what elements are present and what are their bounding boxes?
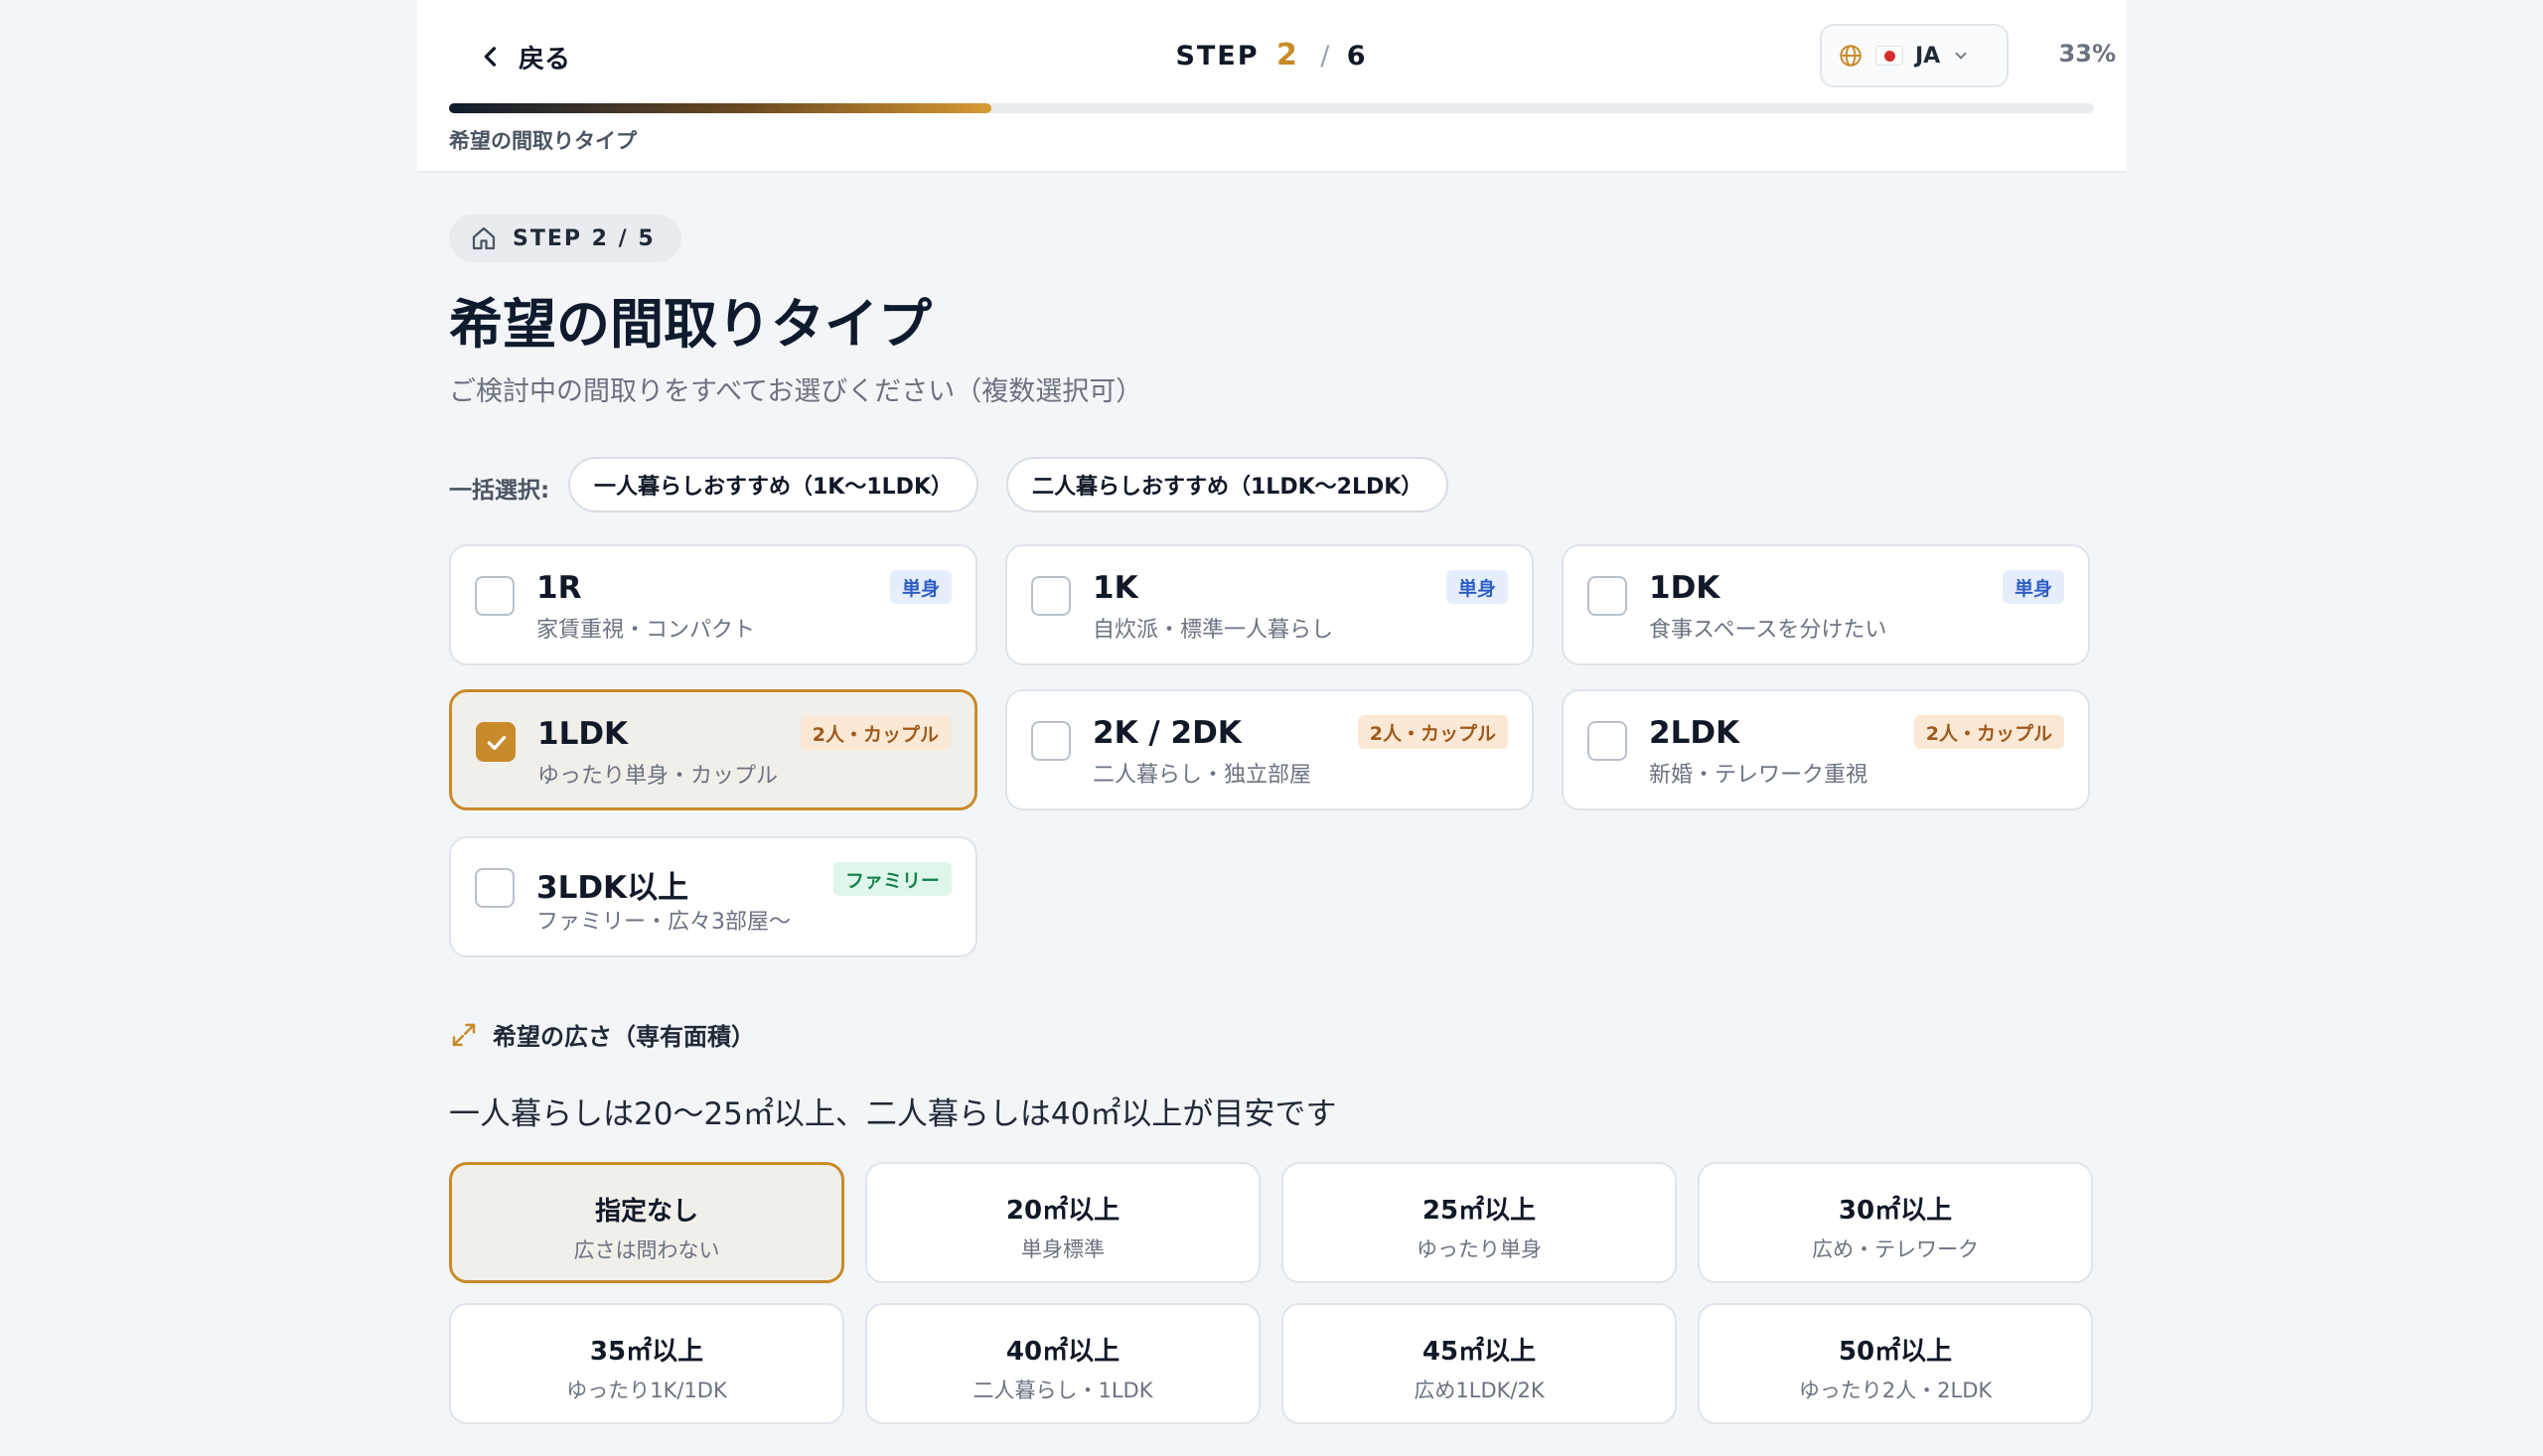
size-option-description: 単身標準 xyxy=(1021,1238,1105,1261)
layout-name: 2K / 2DK xyxy=(1093,715,1242,751)
step-chip: STEP 2 / 5 xyxy=(449,215,681,262)
layout-checkbox[interactable] xyxy=(1587,721,1627,761)
size-option-description: ゆったり単身 xyxy=(1417,1238,1542,1261)
layout-tag: 単身 xyxy=(889,570,952,604)
layout-checkbox[interactable] xyxy=(475,868,515,908)
layout-card[interactable]: 3LDK以上ファミリー・広々3部屋〜 ファミリー xyxy=(449,836,977,957)
size-option-card[interactable]: 指定なし広さは問わない xyxy=(449,1162,844,1283)
page-title: 希望の間取りタイプ xyxy=(449,293,932,356)
layout-name: 1DK xyxy=(1649,570,1720,606)
size-option-label: 指定なし xyxy=(594,1197,698,1227)
layout-checkbox[interactable] xyxy=(475,576,515,616)
layout-name: 3LDK以上 xyxy=(536,870,689,906)
progress-percent: 33% xyxy=(2058,40,2116,68)
size-option-card[interactable]: 50㎡以上ゆったり2人・2LDK xyxy=(1698,1303,2093,1424)
bulk-select-couple-button[interactable]: 二人暮らしおすすめ（1LDK〜2LDK） xyxy=(1006,457,1449,512)
chevron-down-icon xyxy=(1955,52,1967,60)
back-button[interactable]: 戻る xyxy=(477,34,570,79)
step-chip-label: STEP 2 / 5 xyxy=(513,225,656,251)
layout-name: 1LDK xyxy=(537,716,629,752)
layout-description: 新婚・テレワーク重視 xyxy=(1649,763,1869,788)
layout-description: ゆったり単身・カップル xyxy=(537,764,779,789)
step-indicator: STEP 2 / 6 xyxy=(1132,38,1411,73)
progress-bar xyxy=(449,103,2094,113)
japan-flag-icon xyxy=(1875,46,1903,66)
layout-tag: 単身 xyxy=(1445,570,1508,604)
layout-description: 二人暮らし・独立部屋 xyxy=(1093,763,1312,788)
expand-arrows-icon xyxy=(452,1023,476,1046)
check-icon xyxy=(487,735,507,751)
size-option-description: 広さは問わない xyxy=(573,1238,720,1262)
language-selector[interactable]: JA xyxy=(1820,24,2009,87)
layout-tag: 2人・カップル xyxy=(1913,715,2064,749)
layout-name: 2LDK xyxy=(1649,715,1740,751)
size-option-card[interactable]: 40㎡以上二人暮らし・1LDK xyxy=(865,1303,1261,1424)
layout-card[interactable]: 1DK 食事スペースを分けたい 単身 xyxy=(1562,544,2090,665)
size-option-description: ゆったり1K/1DK xyxy=(566,1379,727,1402)
globe-icon xyxy=(1840,45,1862,67)
layout-name: 1R xyxy=(536,570,582,606)
page-description: ご検討中の間取りをすべてお選びください（複数選択可） xyxy=(449,376,1143,407)
layout-description: 家賃重視・コンパクト xyxy=(536,618,756,643)
size-option-description: 広め・テレワーク xyxy=(1812,1238,1979,1261)
layout-checkbox[interactable] xyxy=(476,722,516,762)
layout-card[interactable]: 1R 家賃重視・コンパクト 単身 xyxy=(449,544,977,665)
layout-tag: ファミリー xyxy=(832,862,952,896)
size-option-description: 広め1LDK/2K xyxy=(1414,1379,1545,1402)
step-current: 2 xyxy=(1275,38,1299,73)
bulk-select-single-button[interactable]: 一人暮らしおすすめ（1K〜1LDK） xyxy=(568,457,978,512)
size-heading: 希望の広さ（専有面積） xyxy=(449,1017,755,1052)
bulk-select-label: 一括選択: xyxy=(449,478,550,504)
size-option-card[interactable]: 45㎡以上広め1LDK/2K xyxy=(1281,1303,1677,1424)
size-option-label: 20㎡以上 xyxy=(1005,1196,1121,1226)
layout-card[interactable]: 1LDK ゆったり単身・カップル 2人・カップル xyxy=(449,689,977,810)
size-option-card[interactable]: 25㎡以上ゆったり単身 xyxy=(1281,1162,1677,1283)
step-prefix: STEP xyxy=(1175,41,1260,72)
size-option-label: 45㎡以上 xyxy=(1421,1337,1537,1367)
size-heading-label: 希望の広さ（専有面積） xyxy=(493,1023,755,1051)
layout-tag: 2人・カップル xyxy=(1357,715,1508,749)
size-option-label: 30㎡以上 xyxy=(1838,1196,1953,1226)
language-code: JA xyxy=(1915,43,1941,69)
size-option-label: 40㎡以上 xyxy=(1005,1337,1121,1367)
progress-fill xyxy=(449,103,992,113)
layout-tag: 2人・カップル xyxy=(800,716,951,750)
step-separator: / xyxy=(1320,41,1332,72)
layout-checkbox[interactable] xyxy=(1031,576,1071,616)
size-option-description: 二人暮らし・1LDK xyxy=(972,1379,1153,1402)
layout-card[interactable]: 2LDK 新婚・テレワーク重視 2人・カップル xyxy=(1562,689,2090,810)
layout-description: ファミリー・広々3部屋〜 xyxy=(536,910,791,935)
layout-checkbox[interactable] xyxy=(1031,721,1071,761)
section-label: 希望の間取りタイプ xyxy=(449,129,637,153)
size-option-card[interactable]: 20㎡以上単身標準 xyxy=(865,1162,1261,1283)
layout-description: 食事スペースを分けたい xyxy=(1649,618,1887,643)
home-icon xyxy=(472,226,496,250)
chevron-left-icon xyxy=(484,47,497,67)
layout-card[interactable]: 2K / 2DK 二人暮らし・独立部屋 2人・カップル xyxy=(1005,689,1534,810)
layout-checkbox[interactable] xyxy=(1587,576,1627,616)
layout-name: 1K xyxy=(1093,570,1138,606)
size-guidance-note: 一人暮らしは20〜25㎡以上、二人暮らしは40㎡以上が目安です xyxy=(449,1096,1337,1132)
top-header: 戻る STEP 2 / 6 JA 33% 希望の間取りタイプ xyxy=(417,0,2126,173)
layout-card[interactable]: 1K 自炊派・標準一人暮らし 単身 xyxy=(1005,544,1534,665)
size-option-label: 50㎡以上 xyxy=(1838,1337,1953,1367)
step-total: 6 xyxy=(1346,41,1368,72)
size-option-label: 25㎡以上 xyxy=(1421,1196,1537,1226)
size-option-description: ゆったり2人・2LDK xyxy=(1798,1379,1993,1402)
layout-description: 自炊派・標準一人暮らし xyxy=(1093,618,1334,643)
size-option-card[interactable]: 35㎡以上ゆったり1K/1DK xyxy=(449,1303,844,1424)
size-option-label: 35㎡以上 xyxy=(589,1337,704,1367)
size-option-card[interactable]: 30㎡以上広め・テレワーク xyxy=(1698,1162,2093,1283)
layout-tag: 単身 xyxy=(2002,570,2064,604)
back-label: 戻る xyxy=(519,44,571,74)
